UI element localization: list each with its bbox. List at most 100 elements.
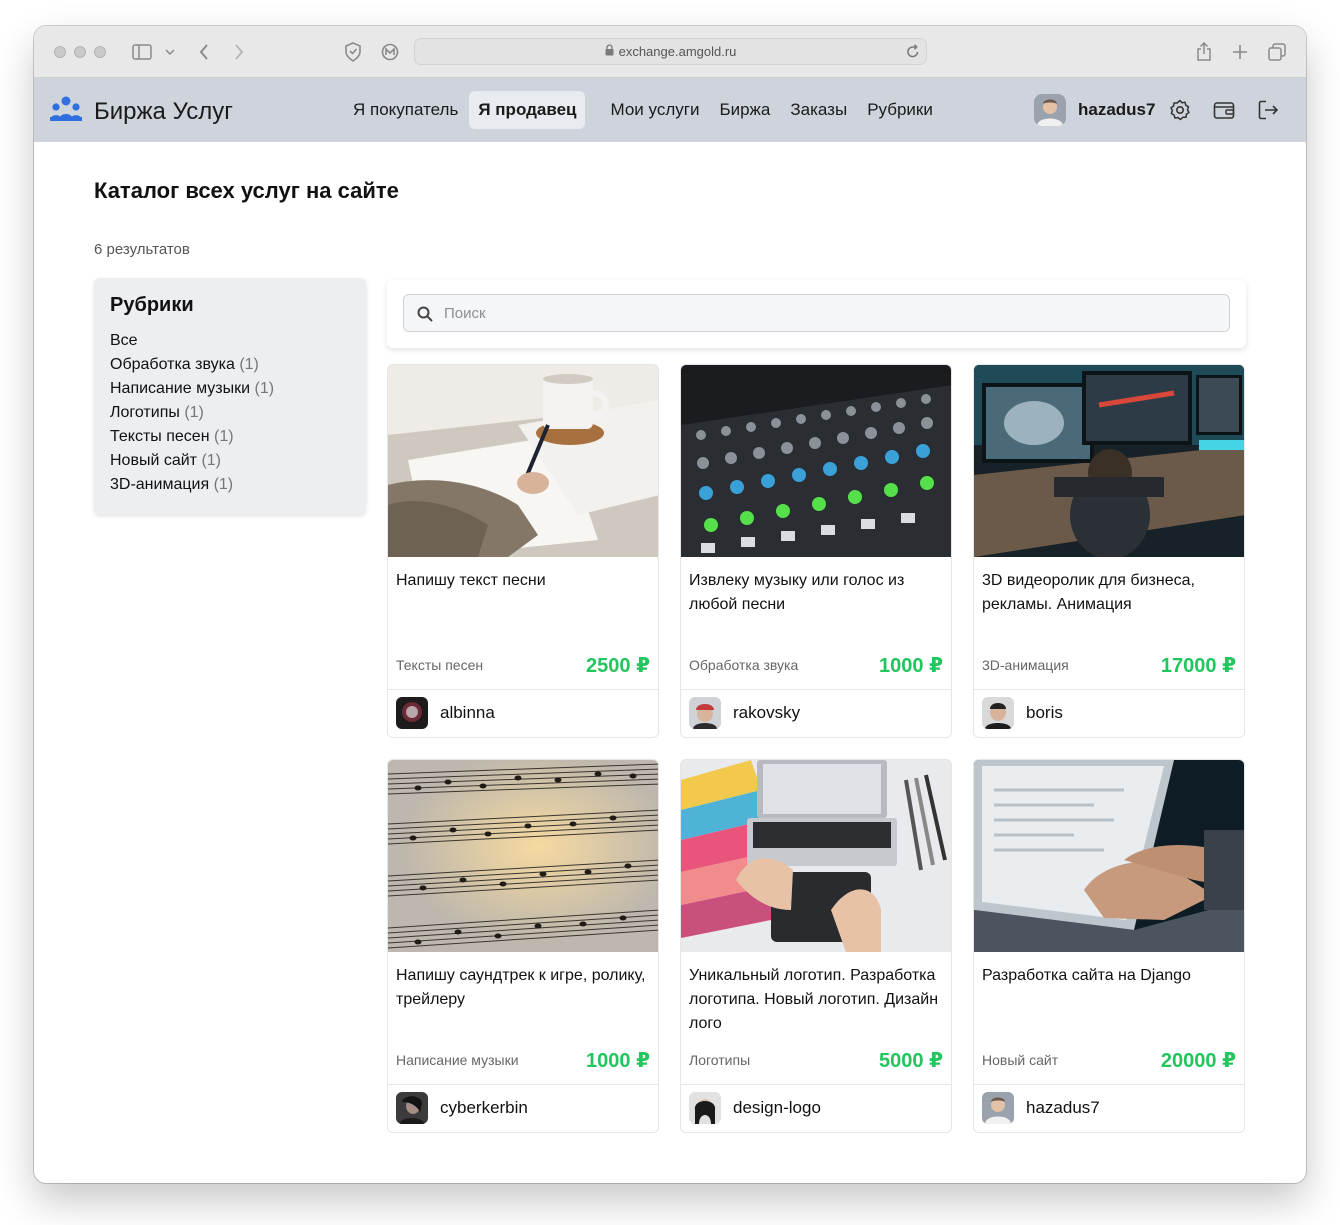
category-label: Обработка звука bbox=[110, 356, 235, 373]
seller-info[interactable]: cyberkerbin bbox=[396, 1092, 528, 1124]
share-icon[interactable] bbox=[1192, 40, 1216, 64]
category-count: (1) bbox=[239, 356, 259, 373]
avatar bbox=[396, 697, 428, 729]
nav-my-services[interactable]: Мои услуги bbox=[601, 91, 708, 129]
service-card[interactable]: Уникальный логотип. Разработка логотипа.… bbox=[680, 759, 952, 1133]
category-label: Логотипы bbox=[110, 404, 180, 421]
zoom-window-button[interactable] bbox=[94, 46, 106, 58]
shield-icon[interactable] bbox=[341, 40, 365, 64]
service-title[interactable]: 3D видеоролик для бизнеса, рекламы. Аним… bbox=[982, 569, 1238, 617]
service-image[interactable] bbox=[388, 365, 658, 557]
service-card[interactable]: Извлеку музыку или голос из любой песни … bbox=[680, 364, 952, 738]
category-lyrics[interactable]: Тексты песен (1) bbox=[110, 425, 350, 449]
seller-info[interactable]: design-logo bbox=[689, 1092, 821, 1124]
seller-name: design-logo bbox=[733, 1098, 821, 1117]
service-title[interactable]: Напишу текст песни bbox=[396, 569, 652, 593]
seller-name: albinna bbox=[440, 703, 495, 722]
seller-info[interactable]: albinna bbox=[396, 697, 495, 729]
category-count: (1) bbox=[254, 380, 275, 397]
service-title[interactable]: Уникальный логотип. Разработка логотипа.… bbox=[689, 964, 945, 1036]
category-count: (1) bbox=[201, 452, 222, 469]
service-category: Тексты песен bbox=[396, 657, 484, 673]
browser-toolbar: exchange.amgold.ru bbox=[34, 26, 1306, 78]
user-profile[interactable]: hazadus7 bbox=[1034, 94, 1155, 126]
service-title[interactable]: Разработка сайта на Django bbox=[982, 964, 1238, 988]
service-image[interactable] bbox=[681, 760, 951, 952]
minimize-window-button[interactable] bbox=[74, 46, 86, 58]
avatar bbox=[689, 1092, 721, 1124]
extension-icon[interactable] bbox=[378, 40, 402, 64]
service-image[interactable] bbox=[681, 365, 951, 557]
service-category: Обработка звука bbox=[689, 657, 799, 673]
logout-icon[interactable] bbox=[1256, 98, 1280, 122]
lock-icon bbox=[605, 44, 614, 59]
nav-orders[interactable]: Заказы bbox=[781, 91, 856, 129]
divider bbox=[974, 689, 1244, 690]
service-image[interactable] bbox=[974, 760, 1244, 952]
category-music-writing[interactable]: Написание музыки (1) bbox=[110, 377, 350, 401]
divider bbox=[388, 689, 658, 690]
service-image[interactable] bbox=[974, 365, 1244, 559]
service-title[interactable]: Напишу саундтрек к игре, ролику, трейлер… bbox=[396, 964, 652, 1012]
search-input[interactable] bbox=[403, 294, 1230, 332]
service-title[interactable]: Извлеку музыку или голос из любой песни bbox=[689, 569, 945, 617]
service-card[interactable]: Напишу текст песни Тексты песен 2500 ₽ a… bbox=[387, 364, 659, 738]
close-window-button[interactable] bbox=[54, 46, 66, 58]
wallet-icon[interactable] bbox=[1212, 98, 1236, 122]
category-sound-processing[interactable]: Обработка звука (1) bbox=[110, 353, 350, 377]
service-card[interactable]: Разработка сайта на Django Новый сайт 20… bbox=[973, 759, 1245, 1133]
nav-exchange[interactable]: Биржа bbox=[710, 91, 779, 129]
gear-icon[interactable] bbox=[1168, 98, 1192, 122]
sidebar-toggle-icon[interactable] bbox=[130, 40, 154, 64]
service-category: 3D-анимация bbox=[982, 657, 1069, 673]
seller-name: cyberkerbin bbox=[440, 1098, 528, 1117]
address-bar[interactable]: exchange.amgold.ru bbox=[414, 38, 927, 65]
reload-icon[interactable] bbox=[906, 43, 920, 62]
site-logo[interactable]: Биржа Услуг bbox=[50, 96, 233, 127]
seller-info[interactable]: boris bbox=[982, 697, 1063, 729]
nav-seller[interactable]: Я продавец bbox=[469, 91, 586, 129]
seller-name: hazadus7 bbox=[1026, 1098, 1100, 1117]
divider bbox=[681, 689, 951, 690]
nav-buyer[interactable]: Я покупатель bbox=[344, 91, 467, 129]
category-logos[interactable]: Логотипы (1) bbox=[110, 401, 350, 425]
browser-window: exchange.amgold.ru Биржа Услуг Я покупат… bbox=[34, 26, 1306, 1183]
category-3d-animation[interactable]: 3D-анимация (1) bbox=[110, 473, 350, 497]
service-card[interactable]: 3D видеоролик для бизнеса, рекламы. Аним… bbox=[973, 364, 1245, 738]
service-category: Новый сайт bbox=[982, 1052, 1059, 1068]
forward-icon[interactable] bbox=[227, 40, 251, 64]
service-price: 2500 ₽ bbox=[586, 655, 650, 677]
category-count: (1) bbox=[213, 428, 234, 445]
category-new-site[interactable]: Новый сайт (1) bbox=[110, 449, 350, 473]
service-category: Логотипы bbox=[689, 1052, 751, 1068]
categories-sidebar: Рубрики Все Обработка звука (1) Написани… bbox=[94, 278, 366, 514]
logo-text: Биржа Услуг bbox=[94, 97, 233, 125]
service-image[interactable] bbox=[388, 760, 658, 952]
category-count: (1) bbox=[213, 476, 234, 493]
avatar bbox=[982, 1092, 1014, 1124]
nav-categories[interactable]: Рубрики bbox=[858, 91, 942, 129]
back-icon[interactable] bbox=[192, 40, 216, 64]
category-all[interactable]: Все bbox=[110, 329, 350, 353]
sidebar-title: Рубрики bbox=[110, 294, 194, 316]
avatar bbox=[396, 1092, 428, 1124]
results-count: 6 результатов bbox=[94, 241, 190, 258]
seller-info[interactable]: hazadus7 bbox=[982, 1092, 1100, 1124]
avatar bbox=[1034, 94, 1066, 126]
category-label: Написание музыки bbox=[110, 380, 251, 397]
category-count: (1) bbox=[184, 404, 204, 421]
people-logo-icon bbox=[50, 96, 82, 127]
url-text: exchange.amgold.ru bbox=[618, 44, 737, 59]
chevron-down-icon[interactable] bbox=[158, 40, 182, 64]
page-title: Каталог всех услуг на сайте bbox=[94, 178, 399, 203]
new-tab-icon[interactable] bbox=[1228, 40, 1252, 64]
tab-overview-icon[interactable] bbox=[1265, 40, 1289, 64]
seller-name: boris bbox=[1026, 703, 1063, 722]
divider bbox=[974, 1084, 1244, 1085]
divider bbox=[681, 1084, 951, 1085]
service-card[interactable]: Напишу саундтрек к игре, ролику, трейлер… bbox=[387, 759, 659, 1133]
seller-info[interactable]: rakovsky bbox=[689, 697, 800, 729]
category-label: Все bbox=[110, 332, 138, 349]
service-price: 20000 ₽ bbox=[1160, 1050, 1236, 1072]
divider bbox=[388, 1084, 658, 1085]
